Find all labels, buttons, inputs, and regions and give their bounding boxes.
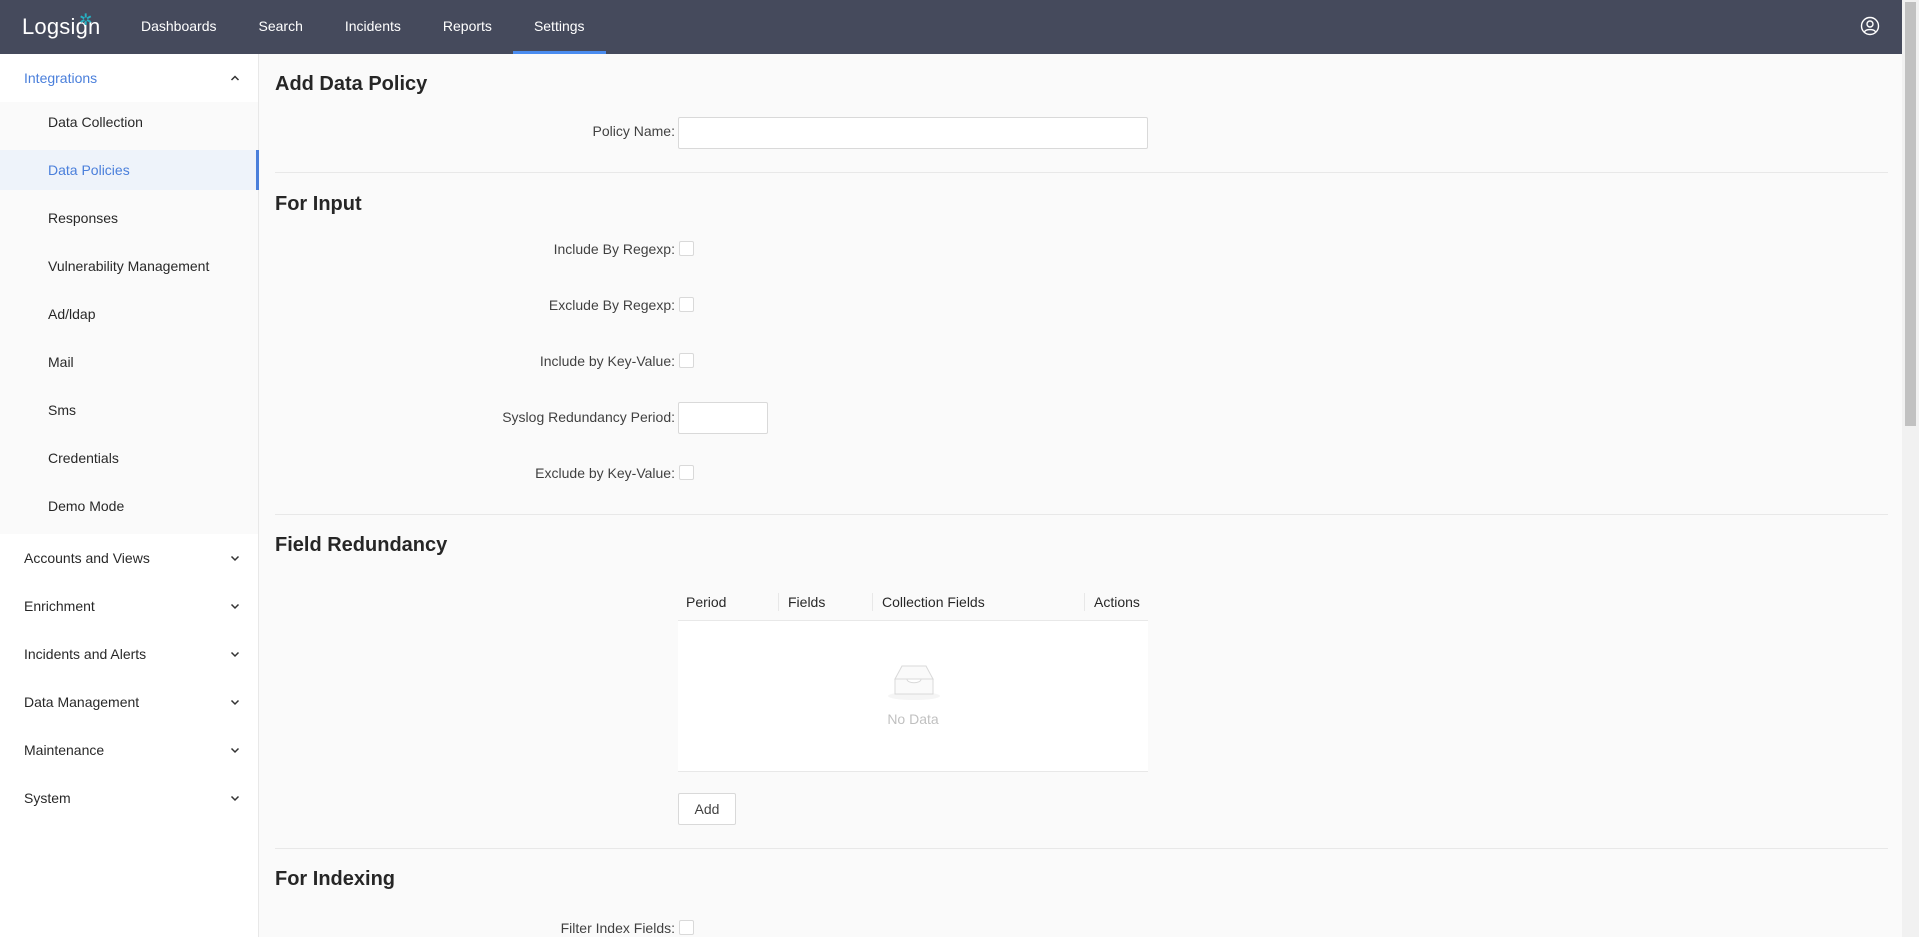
chevron-up-icon [230, 75, 240, 81]
policy-name-input[interactable] [678, 117, 1148, 149]
exclude-by-key-value-label: Exclude by Key-Value: [535, 465, 675, 481]
column-separator [1084, 593, 1085, 611]
empty-state-text: No Data [887, 711, 939, 727]
section-divider [275, 848, 1888, 849]
field-redundancy-table: Period Fields Collection Fields Actions … [678, 583, 1148, 772]
include-by-key-value-checkbox[interactable] [679, 353, 694, 368]
chevron-down-icon [230, 795, 240, 802]
exclude-by-regexp-checkbox[interactable] [679, 297, 694, 312]
include-by-regexp-label: Include By Regexp: [553, 241, 675, 257]
add-field-redundancy-button[interactable]: Add [678, 793, 736, 825]
sidebar-item-data-collection[interactable]: Data Collection [0, 102, 259, 142]
column-separator [778, 593, 779, 611]
section-divider [275, 172, 1888, 173]
sidebar-item-credentials[interactable]: Credentials [0, 438, 259, 478]
column-header-fields: Fields [788, 594, 826, 610]
sidebar-group-label: Data Management [24, 694, 140, 710]
table-header: Period Fields Collection Fields Actions [678, 583, 1148, 621]
sidebar-item-vulnerability-management[interactable]: Vulnerability Management [0, 246, 259, 286]
user-account-icon[interactable] [1860, 16, 1880, 36]
page-title: Add Data Policy [275, 73, 428, 95]
sidebar-group-integrations[interactable]: Integrations [0, 54, 258, 102]
sidebar-group-label: Enrichment [24, 598, 95, 614]
exclude-by-key-value-checkbox[interactable] [679, 465, 694, 480]
chevron-down-icon [230, 651, 240, 658]
sidebar-group-label: Integrations [24, 70, 98, 86]
policy-name-label: Policy Name: [592, 123, 675, 139]
section-divider [275, 514, 1888, 515]
sidebar-group-incidents-and-alerts[interactable]: Incidents and Alerts [0, 630, 258, 678]
data-policy-form: Add Data Policy Policy Name: For Input I… [260, 54, 1902, 937]
sidebar-group-label: Incidents and Alerts [24, 646, 147, 662]
chevron-down-icon [230, 747, 240, 754]
column-header-collection-fields: Collection Fields [882, 594, 985, 610]
chevron-down-icon [230, 699, 240, 706]
sidebar-group-accounts-and-views[interactable]: Accounts and Views [0, 534, 258, 582]
include-by-regexp-checkbox[interactable] [679, 241, 694, 256]
column-header-period: Period [686, 594, 727, 610]
settings-sidebar: Integrations Data Collection Data Polici… [0, 54, 259, 937]
section-title-for-indexing: For Indexing [275, 868, 395, 890]
empty-inbox-icon [888, 665, 940, 700]
column-separator [872, 593, 873, 611]
nav-incidents[interactable]: Incidents [324, 0, 422, 54]
sidebar-group-maintenance[interactable]: Maintenance [0, 726, 258, 774]
top-navbar: Logsign ✲ Dashboards Search Incidents Re… [0, 0, 1919, 54]
sidebar-item-sms[interactable]: Sms [0, 390, 259, 430]
sidebar-group-system[interactable]: System [0, 774, 258, 822]
nav-reports[interactable]: Reports [422, 0, 513, 54]
sidebar-group-enrichment[interactable]: Enrichment [0, 582, 258, 630]
include-by-key-value-label: Include by Key-Value: [539, 353, 675, 369]
nav-dashboards[interactable]: Dashboards [120, 0, 238, 54]
sidebar-group-label: Accounts and Views [24, 550, 150, 566]
nav-search[interactable]: Search [238, 0, 324, 54]
section-title-field-redundancy: Field Redundancy [275, 534, 448, 556]
filter-index-fields-label: Filter Index Fields: [560, 920, 675, 936]
filter-index-fields-checkbox[interactable] [679, 920, 694, 935]
sidebar-item-mail[interactable]: Mail [0, 342, 259, 382]
page-scrollbar[interactable] [1902, 0, 1919, 937]
exclude-by-regexp-label: Exclude By Regexp: [548, 297, 675, 313]
chevron-down-icon [230, 603, 240, 610]
sidebar-item-data-policies[interactable]: Data Policies [0, 150, 259, 190]
syslog-redundancy-period-input[interactable] [678, 402, 768, 434]
sidebar-group-data-management[interactable]: Data Management [0, 678, 258, 726]
sidebar-item-ad-ldap[interactable]: Ad/ldap [0, 294, 259, 334]
integrations-submenu: Data Collection Data Policies Responses … [0, 102, 259, 534]
sidebar-group-label: Maintenance [24, 742, 105, 758]
nav-settings[interactable]: Settings [512, 0, 606, 54]
logo[interactable]: Logsign ✲ [22, 12, 100, 40]
chevron-down-icon [230, 555, 240, 562]
column-header-actions: Actions [1094, 594, 1140, 610]
sidebar-item-demo-mode[interactable]: Demo Mode [0, 486, 259, 526]
main-nav: Dashboards Search Incidents Reports Sett… [120, 0, 606, 54]
table-empty-body: No Data [678, 621, 1148, 772]
logo-star-icon: ✲ [79, 12, 93, 29]
section-title-for-input: For Input [275, 193, 362, 215]
sidebar-item-responses[interactable]: Responses [0, 198, 259, 238]
sidebar-group-label: System [24, 790, 71, 806]
scrollbar-thumb[interactable] [1905, 2, 1916, 426]
syslog-redundancy-period-label: Syslog Redundancy Period: [502, 409, 675, 425]
